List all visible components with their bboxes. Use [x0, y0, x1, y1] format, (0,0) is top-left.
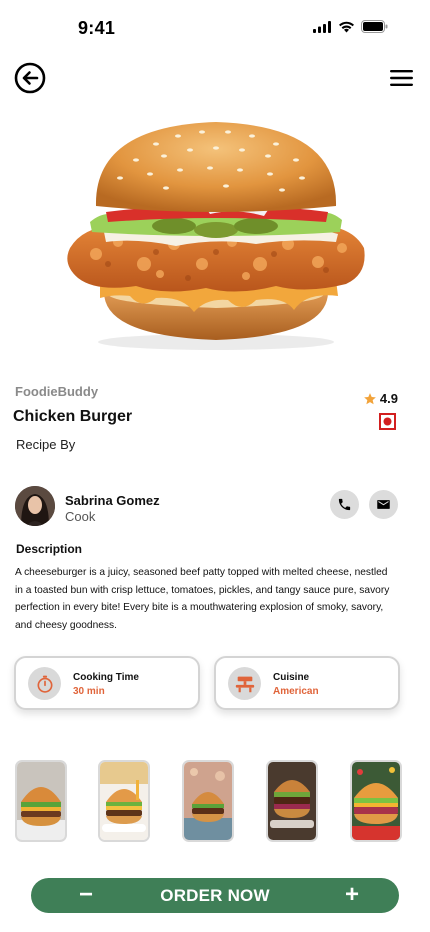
back-arrow-icon	[14, 62, 46, 94]
timer-icon	[28, 667, 61, 700]
cooking-time-label: Cooking Time	[73, 672, 139, 683]
battery-icon	[361, 20, 388, 33]
back-button[interactable]	[14, 62, 46, 94]
menu-button[interactable]	[390, 68, 414, 88]
increase-quantity-button[interactable]: +	[339, 881, 365, 909]
cooking-time-value: 30 min	[73, 686, 105, 697]
cuisine-card: Cuisine American	[214, 656, 400, 710]
cuisine-value: American	[273, 686, 319, 697]
rating: 4.9	[363, 391, 398, 406]
description-text: A cheeseburger is a juicy, seasoned beef…	[15, 567, 390, 632]
product-title: Chicken Burger	[13, 408, 133, 425]
star-icon	[364, 392, 376, 404]
gallery-thumbnail[interactable]	[15, 760, 67, 842]
cooking-time-card: Cooking Time 30 min	[14, 656, 200, 710]
rating-value: 4.9	[379, 391, 398, 406]
cuisine-label: Cuisine	[273, 672, 310, 683]
gallery-thumbnail[interactable]	[98, 760, 150, 842]
product-image	[56, 114, 374, 354]
cuisine-icon	[228, 667, 261, 700]
signal-icon	[313, 20, 331, 33]
chef-avatar[interactable]	[15, 486, 55, 526]
status-icons	[313, 20, 388, 33]
non-veg-icon	[379, 413, 396, 430]
call-button[interactable]	[330, 490, 359, 519]
mail-icon	[377, 500, 390, 509]
recipe-by-label: Recipe By	[16, 437, 76, 452]
description-title: Description	[16, 542, 83, 556]
phone-icon	[338, 498, 351, 511]
chef-name: Sabrina Gomez	[65, 493, 160, 508]
wifi-icon	[339, 21, 354, 32]
gallery-thumbnail[interactable]	[182, 760, 234, 842]
brand-name: FoodieBuddy	[15, 384, 99, 399]
mail-button[interactable]	[369, 490, 398, 519]
hamburger-menu-icon	[390, 70, 413, 86]
status-time: 9:41	[78, 18, 116, 38]
gallery-thumbnail[interactable]	[350, 760, 402, 842]
status-bar: 9:41	[0, 0, 430, 50]
gallery-thumbnail[interactable]	[266, 760, 318, 842]
chef-role: Cook	[65, 509, 96, 524]
order-bar: − ORDER NOW +	[31, 878, 399, 913]
